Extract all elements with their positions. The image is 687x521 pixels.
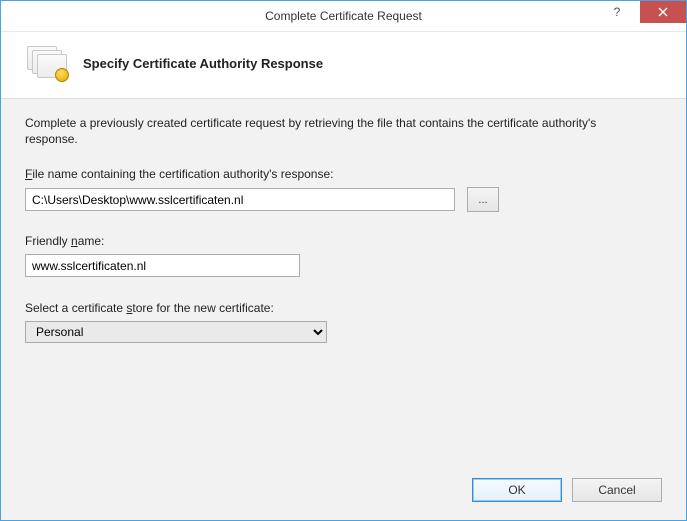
help-button[interactable]: ? xyxy=(594,1,640,23)
file-name-row: ... xyxy=(25,187,662,212)
close-icon xyxy=(658,7,668,17)
browse-button[interactable]: ... xyxy=(467,187,499,212)
cert-store-label: Select a certificate store for the new c… xyxy=(25,301,662,315)
friendly-name-input[interactable] xyxy=(25,254,300,277)
friendly-name-label: Friendly name: xyxy=(25,234,662,248)
file-name-input[interactable] xyxy=(25,188,455,211)
certificate-icon xyxy=(27,46,67,80)
title-bar: Complete Certificate Request ? xyxy=(1,1,686,32)
help-icon: ? xyxy=(614,5,621,19)
description-text: Complete a previously created certificat… xyxy=(25,115,645,147)
dialog-body: Complete a previously created certificat… xyxy=(1,99,686,520)
ok-button[interactable]: OK xyxy=(472,478,562,502)
close-button[interactable] xyxy=(640,1,686,23)
dialog-footer: OK Cancel xyxy=(472,478,662,502)
cert-store-select[interactable]: Personal xyxy=(25,321,327,343)
dialog-window: Complete Certificate Request ? Specify C… xyxy=(0,0,687,521)
dialog-heading: Specify Certificate Authority Response xyxy=(83,56,323,71)
file-name-label: File name containing the certification a… xyxy=(25,167,662,181)
titlebar-buttons: ? xyxy=(594,1,686,31)
dialog-header: Specify Certificate Authority Response xyxy=(1,32,686,99)
window-title: Complete Certificate Request xyxy=(1,9,686,23)
browse-label: ... xyxy=(478,194,487,206)
cancel-button[interactable]: Cancel xyxy=(572,478,662,502)
